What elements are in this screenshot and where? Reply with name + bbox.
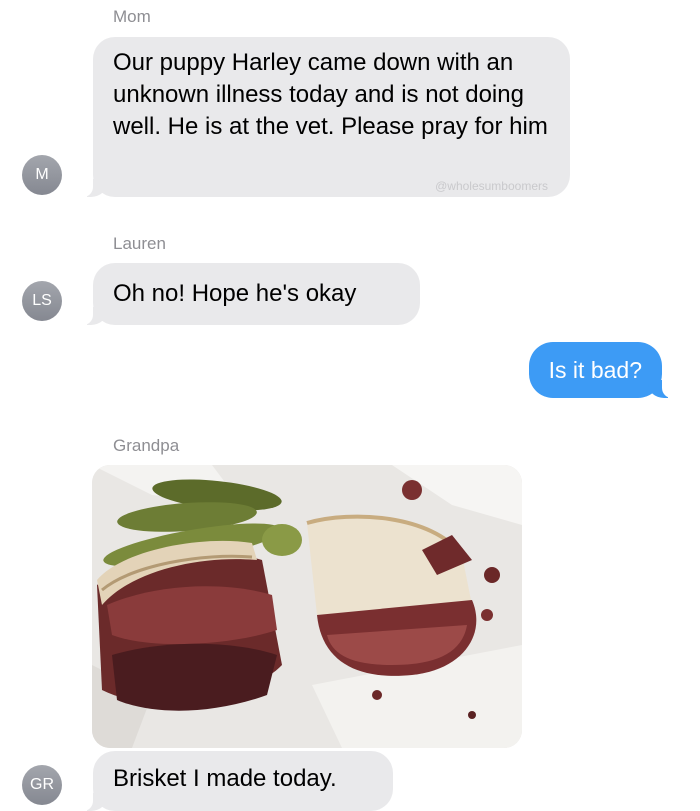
avatar-initials-mom: M <box>35 166 49 183</box>
message-bubble-outgoing[interactable]: Is it bad? <box>528 342 673 398</box>
sender-name-lauren: Lauren <box>113 234 166 253</box>
message-text-grandpa: Brisket I made today. <box>113 765 337 792</box>
avatar-initials-grandpa: GR <box>30 776 54 793</box>
message-text-outgoing: Is it bad? <box>548 357 642 383</box>
message-text-lauren: Oh no! Hope he's okay <box>113 280 357 307</box>
sandwich-photo[interactable] <box>92 465 522 748</box>
avatar-lauren[interactable]: LS <box>22 281 62 321</box>
avatar-grandpa[interactable]: GR <box>22 765 62 805</box>
sender-name-mom: Mom <box>113 7 151 26</box>
message-bubble-grandpa[interactable]: Brisket I made today. <box>83 751 393 811</box>
message-bubble-lauren[interactable]: Oh no! Hope he's okay <box>83 263 420 325</box>
avatar-initials-lauren: LS <box>32 292 52 309</box>
message-bubble-mom[interactable]: Our puppy Harley came down with an unkno… <box>83 37 570 197</box>
watermark-text: @wholesumboomers <box>435 179 548 193</box>
avatar-mom[interactable]: M <box>22 155 62 195</box>
sandwich-photo-image <box>92 465 522 748</box>
sender-name-grandpa: Grandpa <box>113 436 180 455</box>
message-text-mom: Our puppy Harley came down with an unkno… <box>113 49 548 140</box>
